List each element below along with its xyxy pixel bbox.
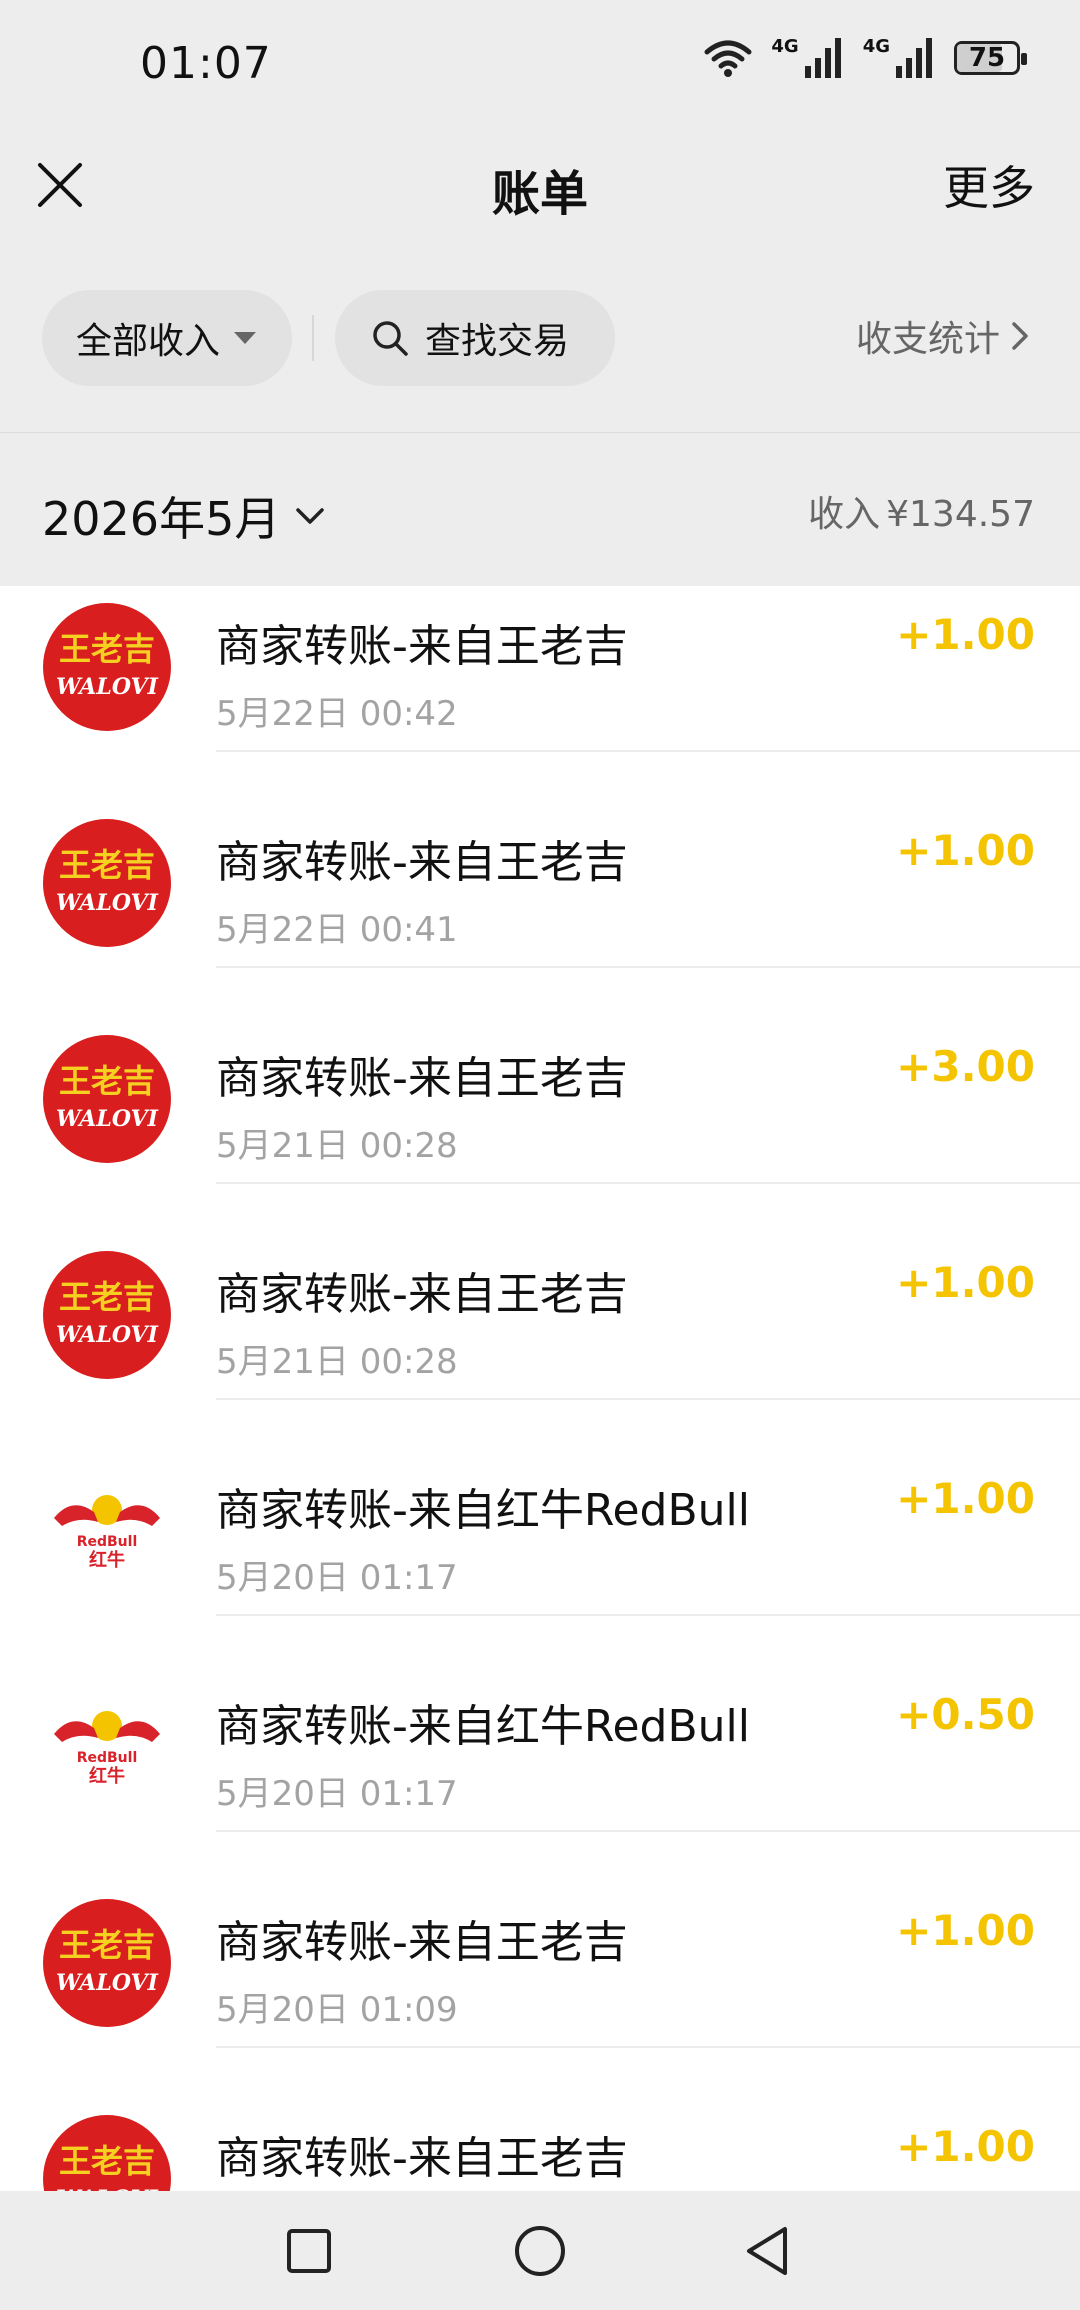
month-bar: 2026年5月 收入 ¥134.57 — [0, 433, 1080, 586]
search-label: 查找交易 — [425, 321, 570, 362]
logo-cn-text: 王老吉 — [59, 630, 155, 668]
transaction-amount: +1.00 — [896, 610, 1035, 659]
transaction-amount: +1.00 — [896, 1258, 1035, 1307]
search-transactions-button[interactable]: 查找交易 — [335, 290, 615, 386]
search-icon — [373, 321, 408, 356]
transaction-title: 商家转账-来自王老吉 — [216, 2133, 628, 2184]
wifi-icon — [704, 40, 752, 77]
transaction-title: 商家转账-来自王老吉 — [216, 837, 628, 888]
transaction-row[interactable]: 王老吉WALOVI 商家转账-来自王老吉 +1.00 — [0, 2048, 1080, 2191]
transaction-amount: +1.00 — [896, 1474, 1035, 1523]
transaction-amount: +1.00 — [896, 2122, 1035, 2171]
transaction-amount: +1.00 — [896, 826, 1035, 875]
caret-down-icon — [234, 332, 257, 344]
transaction-title: 商家转账-来自王老吉 — [216, 621, 628, 672]
status-time: 01:07 — [140, 38, 272, 89]
logo-cn-text: 王老吉 — [59, 846, 155, 884]
page-title: 账单 — [491, 166, 588, 222]
battery-level: 75 — [968, 43, 1006, 73]
triangle-back-icon — [747, 2227, 787, 2275]
signal-bars-icon — [804, 38, 841, 78]
signal-bars-icon — [896, 38, 932, 78]
month-income-summary: 收入 ¥134.57 — [808, 485, 1035, 537]
wanglaoji-logo: 王老吉 WALOVI — [43, 1251, 171, 1379]
signal-strength-sim2: 4G — [863, 38, 936, 78]
logo-cn-text: 红牛 — [89, 1765, 125, 1787]
signal-strength-sim1: 4G — [771, 38, 844, 78]
wanglaoji-logo: 王老吉 WALOVI — [43, 603, 171, 731]
transaction-row[interactable]: 王老吉 WALOVI 商家转账-来自王老吉 5月21日 00:28 +1.00 — [0, 1184, 1080, 1400]
income-value: ¥134.57 — [886, 494, 1035, 535]
logo-en-text: WALOVI — [56, 1970, 159, 1996]
transaction-date: 5月22日 00:42 — [216, 694, 458, 734]
redbull-logo: RedBull红牛 — [54, 1495, 160, 1571]
wanglaoji-logo: 王老吉WALOVI — [43, 2115, 171, 2191]
logo-en-text: WALOVI — [56, 890, 159, 916]
transaction-date: 5月20日 01:17 — [216, 1558, 458, 1598]
system-nav-bar — [0, 2191, 1080, 2310]
filter-bar: 全部收入 查找交易 收支统计 — [0, 275, 1080, 395]
logo-cn-text: 红牛 — [89, 1549, 125, 1571]
wanglaoji-logo: 王老吉 WALOVI — [43, 1899, 171, 2027]
status-icons: 4G 4G 75 — [703, 38, 1027, 78]
transaction-row[interactable]: 王老吉 WALOVI 商家转账-来自王老吉 5月21日 00:28 +3.00 — [0, 968, 1080, 1184]
network-type-label: 4G — [862, 36, 890, 57]
transaction-date: 5月20日 01:09 — [216, 1990, 458, 2030]
transaction-date: 5月21日 00:28 — [216, 1342, 458, 1382]
transaction-date: 5月20日 01:17 — [216, 1774, 458, 1814]
logo-en-text: WALOVI — [56, 1106, 159, 1132]
stats-label: 收支统计 — [855, 319, 1000, 360]
header: 账单 更多 — [0, 130, 1080, 240]
logo-cn-text: 王老吉 — [59, 2142, 155, 2180]
chevron-down-icon — [296, 508, 325, 524]
redbull-logo: RedBull红牛 — [54, 1711, 160, 1787]
transaction-title: 商家转账-来自红牛RedBull — [216, 1701, 750, 1752]
transaction-date: 5月21日 00:28 — [216, 1126, 458, 1166]
logo-cn-text: 王老吉 — [59, 1278, 155, 1316]
square-icon — [287, 2229, 331, 2273]
income-expense-stats-link[interactable]: 收支统计 — [856, 310, 1030, 362]
month-text: 2026年5月 — [42, 492, 281, 546]
back-button[interactable] — [735, 2216, 805, 2286]
recent-apps-button[interactable] — [274, 2216, 344, 2286]
income-label: 收入 — [808, 494, 881, 535]
logo-cn-text: 王老吉 — [59, 1062, 155, 1100]
circle-icon — [515, 2226, 565, 2276]
filter-label: 全部收入 — [76, 321, 221, 362]
logo-en-text: WALOVI — [56, 1322, 159, 1348]
transaction-title: 商家转账-来自王老吉 — [216, 1269, 628, 1320]
income-type-filter[interactable]: 全部收入 — [42, 290, 292, 386]
more-button[interactable]: 更多 — [943, 152, 1035, 218]
chevron-right-icon — [1012, 322, 1028, 350]
transaction-date: 5月22日 00:41 — [216, 910, 458, 950]
transaction-row[interactable]: 王老吉 WALOVI 商家转账-来自王老吉 5月22日 00:41 +1.00 — [0, 752, 1080, 968]
month-selector[interactable]: 2026年5月 — [42, 483, 326, 549]
transaction-row[interactable]: 王老吉 WALOVI 商家转账-来自王老吉 5月20日 01:09 +1.00 — [0, 1832, 1080, 2048]
wanglaoji-logo: 王老吉 WALOVI — [43, 819, 171, 947]
network-type-label: 4G — [771, 36, 799, 57]
wanglaoji-logo: 王老吉 WALOVI — [43, 1035, 171, 1163]
battery-indicator: 75 — [954, 41, 1027, 75]
transaction-amount: +0.50 — [896, 1690, 1035, 1739]
logo-cn-text: 王老吉 — [59, 1926, 155, 1964]
filter-divider — [312, 315, 314, 361]
home-button[interactable] — [505, 2216, 575, 2286]
logo-en-text: WALOVI — [56, 674, 159, 700]
transaction-amount: +1.00 — [896, 1906, 1035, 1955]
transaction-row[interactable]: RedBull 红牛 商家转账-来自红牛RedBull 5月20日 01:17 +1.0… — [0, 1400, 1080, 1616]
transaction-row[interactable]: 王老吉 WALOVI 商家转账-来自王老吉 5月22日 00:42 +1.00 — [0, 586, 1080, 752]
transaction-title: 商家转账-来自王老吉 — [216, 1053, 628, 1104]
logo-en-text: RedBull — [77, 1534, 138, 1550]
transaction-title: 商家转账-来自王老吉 — [216, 1917, 628, 1968]
transaction-title: 商家转账-来自红牛RedBull — [216, 1485, 750, 1536]
transaction-list-inner: 王老吉 WALOVI 商家转账-来自王老吉 5月22日 00:42 +1.00 王老吉 WA… — [0, 586, 1080, 2191]
logo-en-text: RedBull — [77, 1750, 138, 1766]
status-bar: 01:07 4G 4G 75 — [0, 0, 1080, 130]
transaction-list[interactable]: 王老吉 WALOVI 商家转账-来自王老吉 5月22日 00:42 +1.00 王老吉 WA… — [0, 586, 1080, 2191]
transaction-row[interactable]: RedBull 红牛 商家转账-来自红牛RedBull 5月20日 01:17 +0.5… — [0, 1616, 1080, 1832]
transaction-amount: +3.00 — [896, 1042, 1035, 1091]
